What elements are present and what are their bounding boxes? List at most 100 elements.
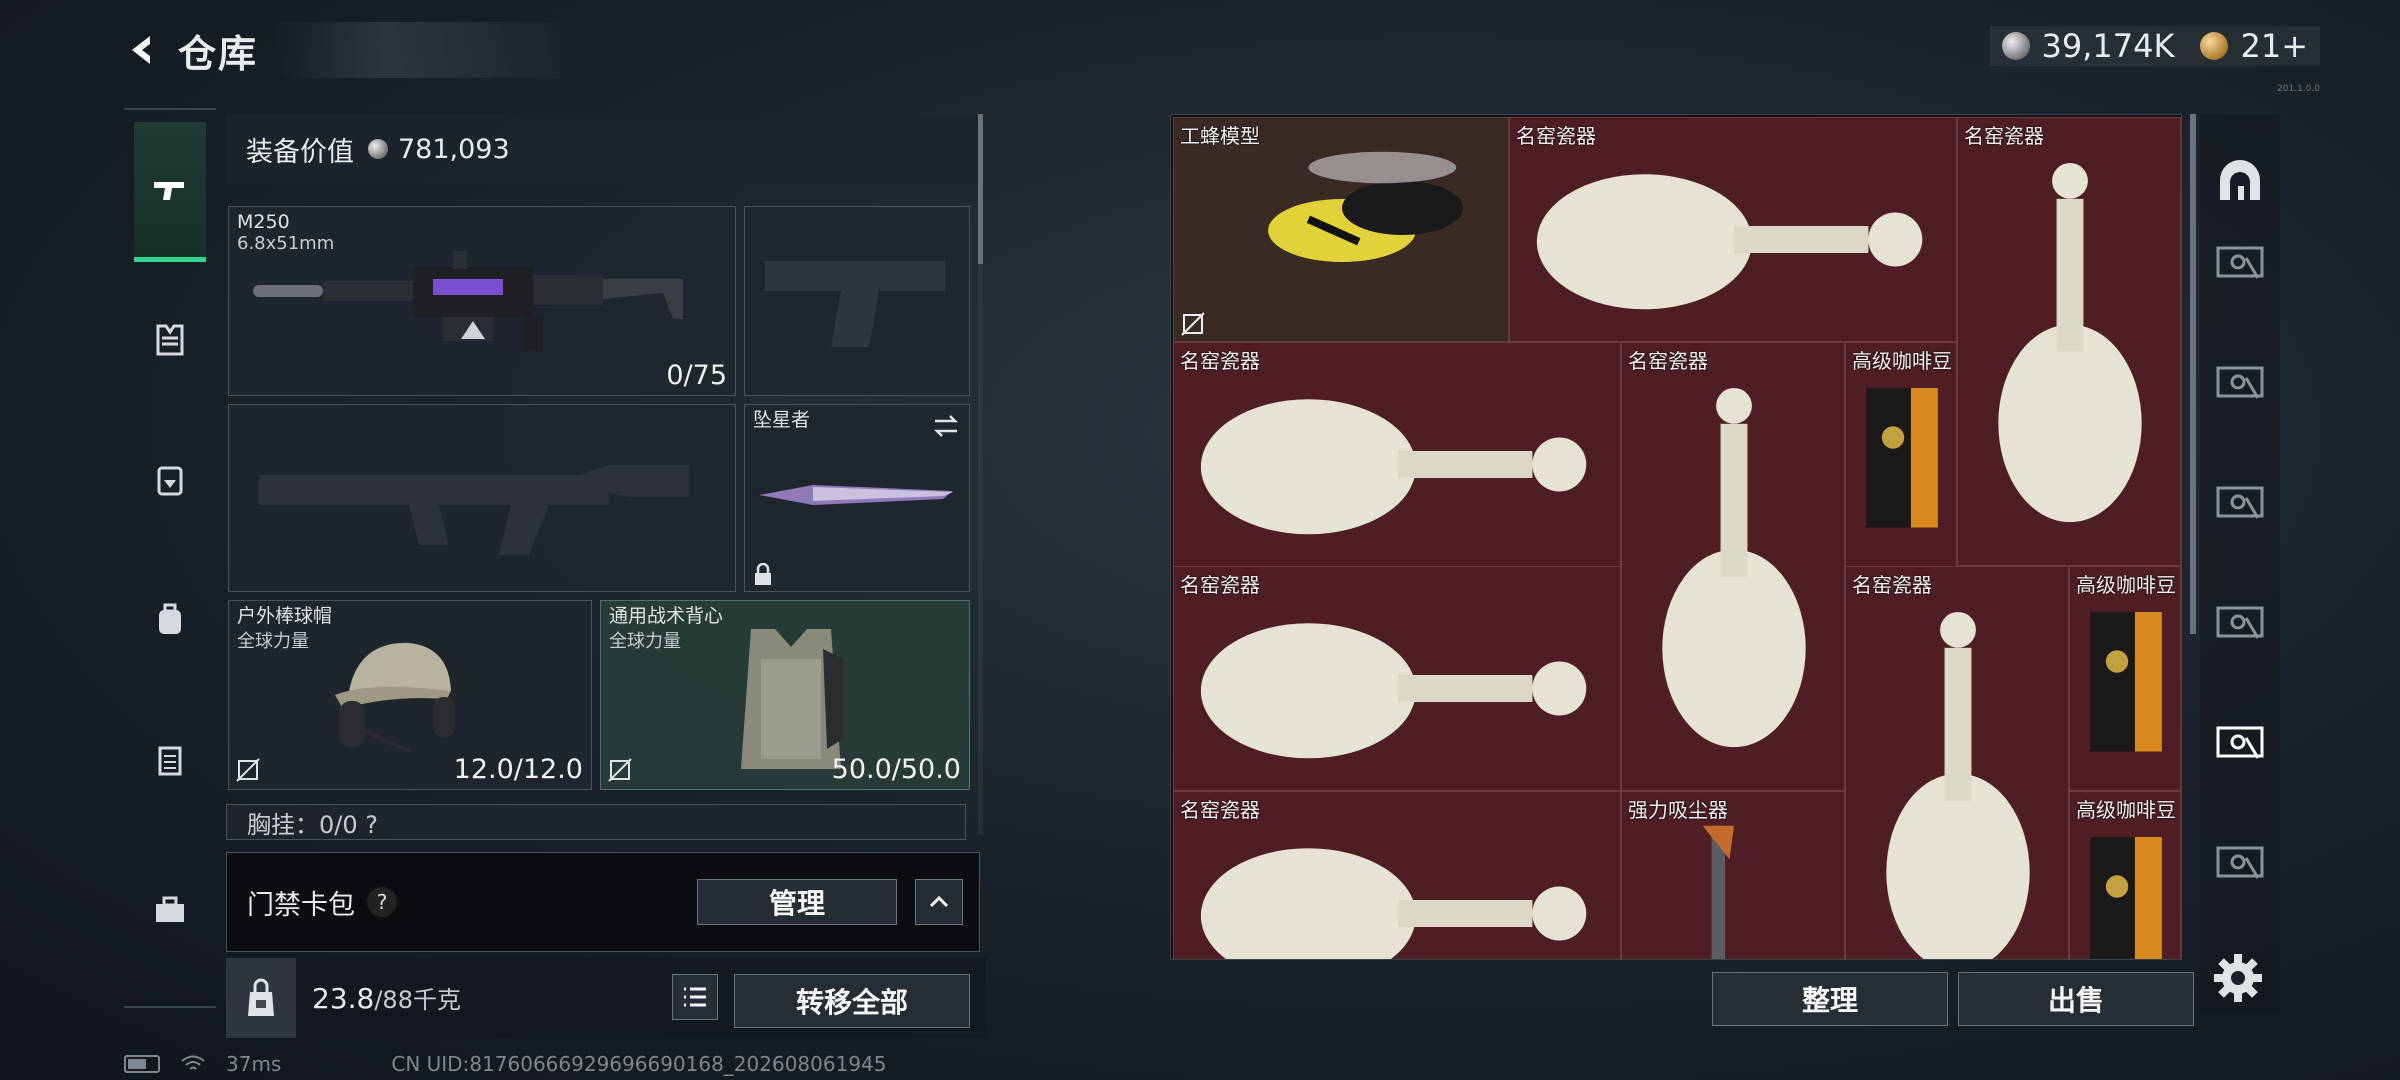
storage-tab-home[interactable] — [2212, 154, 2268, 210]
helmet-name: 户外棒球帽 — [237, 605, 333, 627]
transfer-all-button[interactable]: 转移全部 — [734, 974, 970, 1028]
back-arrow-icon[interactable] — [120, 28, 164, 72]
porcelain-vase-image — [1536, 174, 1923, 310]
manage-button[interactable]: 管理 — [697, 879, 897, 925]
armor-slot[interactable]: 通用战术背心 全球力量 50.0/50.0 — [600, 600, 970, 790]
storage-item-label: 名窑瓷器 — [1180, 349, 1260, 373]
porcelain-vase-image — [1886, 611, 2030, 959]
equipment-value-label: 装备价值 — [246, 136, 354, 168]
battery-icon — [124, 1055, 160, 1073]
list-view-button[interactable] — [672, 974, 718, 1020]
armor-faction: 全球力量 — [609, 631, 681, 652]
storage-item-label: 高级咖啡豆 — [1852, 349, 1952, 373]
equipment-scrollbar[interactable] — [978, 114, 983, 264]
storage-tab-4[interactable] — [2212, 594, 2268, 650]
storage-item-vase-v[interactable]: 名窑瓷器 — [1957, 117, 2181, 566]
storage-box-icon — [2216, 846, 2264, 879]
storage-item-vase-h[interactable]: 名窑瓷器 — [1173, 791, 1621, 959]
storage-tab-6[interactable] — [2212, 834, 2268, 890]
equipment-panel: 装备价值 781,093 M250 6.8x51mm 0/75 坠星者 户外棒球… — [226, 114, 986, 840]
porcelain-vase-image — [1200, 399, 1587, 535]
storage-tab-2[interactable] — [2212, 354, 2268, 410]
weight-bar: 23.8/88千克 转移全部 — [226, 958, 986, 1038]
chevron-up-icon — [929, 895, 949, 908]
storage-item-vase-h[interactable]: 名窑瓷器 — [1173, 342, 1621, 567]
storage-box-icon — [2216, 606, 2264, 639]
storage-tab-1[interactable] — [2212, 234, 2268, 290]
storage-item-label: 名窑瓷器 — [1964, 124, 2044, 148]
currency-display: 39,174K 21+ — [1989, 26, 2320, 66]
porcelain-vase-image — [1998, 162, 2142, 523]
pistol-silhouette-icon — [765, 261, 945, 347]
nav-weapon-tab[interactable] — [134, 122, 206, 262]
settings-gear-icon[interactable] — [2210, 950, 2266, 1006]
storage-item-label: 名窑瓷器 — [1628, 349, 1708, 373]
storage-item-coffee[interactable]: 高级咖啡豆 — [2069, 791, 2181, 959]
nav-container-tab[interactable] — [134, 700, 206, 820]
storage-item-label: 名窑瓷器 — [1180, 573, 1260, 597]
pistol-icon — [154, 181, 184, 200]
weight-readout: 23.8/88千克 — [312, 980, 461, 1015]
helmet-durability: 12.0/12.0 — [453, 754, 583, 785]
storage-item-label: 名窑瓷器 — [1180, 798, 1260, 822]
primary-weapon-slot[interactable]: M250 6.8x51mm 0/75 — [228, 206, 736, 396]
storage-item-vacuum[interactable]: 强力吸尘器 — [1621, 791, 1845, 959]
secondary-weapon-slot[interactable] — [228, 404, 736, 592]
storage-box-icon — [2216, 726, 2264, 759]
container-icon — [158, 746, 182, 776]
armor-durability: 50.0/50.0 — [831, 754, 961, 785]
silver-coin-icon — [368, 139, 388, 159]
wifi-icon — [181, 1055, 205, 1070]
gold-amount[interactable]: 21+ — [2240, 27, 2308, 65]
melee-name: 坠星者 — [753, 409, 811, 431]
storage-tab-3[interactable] — [2212, 474, 2268, 530]
rifle-silhouette-icon — [259, 465, 689, 555]
weight-bag-icon — [226, 958, 296, 1038]
helmet-slot[interactable]: 户外棒球帽 全球力量 12.0/12.0 — [228, 600, 592, 790]
storage-box-icon — [2216, 486, 2264, 519]
knife-image — [759, 485, 953, 505]
storage-grid-panel: 工蜂模型 名窑瓷器 名窑瓷器 名窑瓷器 名窑瓷器 高级咖啡豆 名窑瓷器 名窑瓷器 高级咖啡豆 名窑… — [1170, 114, 2182, 960]
storage-item-vase-v[interactable]: 名窑瓷器 — [1845, 566, 2069, 959]
storage-item-label: 名窑瓷器 — [1516, 124, 1596, 148]
storage-item-bee[interactable]: 工蜂模型 — [1173, 117, 1509, 342]
storage-item-coffee[interactable]: 高级咖啡豆 — [1845, 342, 1957, 567]
version-code: 201.1.0.0 — [2277, 84, 2320, 94]
swap-icon[interactable] — [931, 411, 961, 441]
silver-coin-icon — [2001, 32, 2030, 60]
no-insure-icon — [608, 758, 632, 782]
weapon-ammo-count: 0/75 — [666, 360, 727, 391]
keycard-wallet-label: 门禁卡包 — [247, 889, 355, 921]
storage-tab-5-active[interactable] — [2212, 714, 2268, 770]
equipment-value-amount: 781,093 — [398, 133, 510, 165]
storage-box-icon — [2216, 366, 2264, 399]
storage-scrollbar[interactable] — [2190, 114, 2196, 634]
organize-button[interactable]: 整理 — [1712, 972, 1948, 1026]
storage-item-coffee[interactable]: 高级咖啡豆 — [2069, 566, 2181, 791]
armor-name: 通用战术背心 — [609, 605, 724, 627]
melee-slot[interactable]: 坠星者 — [744, 404, 970, 592]
porcelain-vase-image — [1662, 387, 1806, 748]
sell-button[interactable]: 出售 — [1958, 972, 2194, 1026]
collapse-button[interactable] — [915, 879, 963, 925]
nav-armor-tab[interactable] — [134, 280, 206, 400]
storage-tabs — [2200, 114, 2280, 1014]
equipment-value-bar: 装备价值 781,093 — [226, 114, 978, 184]
chest-rig-label: 胸挂：0/0 ? — [247, 811, 378, 839]
storage-item-vase-h[interactable]: 名窑瓷器 — [1173, 566, 1621, 791]
chest-rig-row[interactable]: 胸挂：0/0 ? — [226, 804, 966, 840]
coffee-beans-bag-image — [1866, 388, 1938, 528]
storage-box-icon — [2216, 246, 2264, 279]
nav-case-tab[interactable] — [134, 850, 206, 970]
storage-item-vase-h[interactable]: 名窑瓷器 — [1509, 117, 1957, 342]
help-icon[interactable]: ? — [367, 887, 397, 917]
weight-max: /88千克 — [374, 986, 461, 1014]
machine-gun-image — [253, 251, 683, 351]
helmet-faction: 全球力量 — [237, 631, 309, 652]
header-bar: 仓库 — [120, 22, 560, 78]
storage-item-vase-v[interactable]: 名窑瓷器 — [1621, 342, 1845, 791]
nav-backpack-tab[interactable] — [134, 560, 206, 680]
storage-item-label: 高级咖啡豆 — [2076, 573, 2176, 597]
nav-rig-tab[interactable] — [134, 420, 206, 540]
pistol-slot[interactable] — [744, 206, 970, 396]
